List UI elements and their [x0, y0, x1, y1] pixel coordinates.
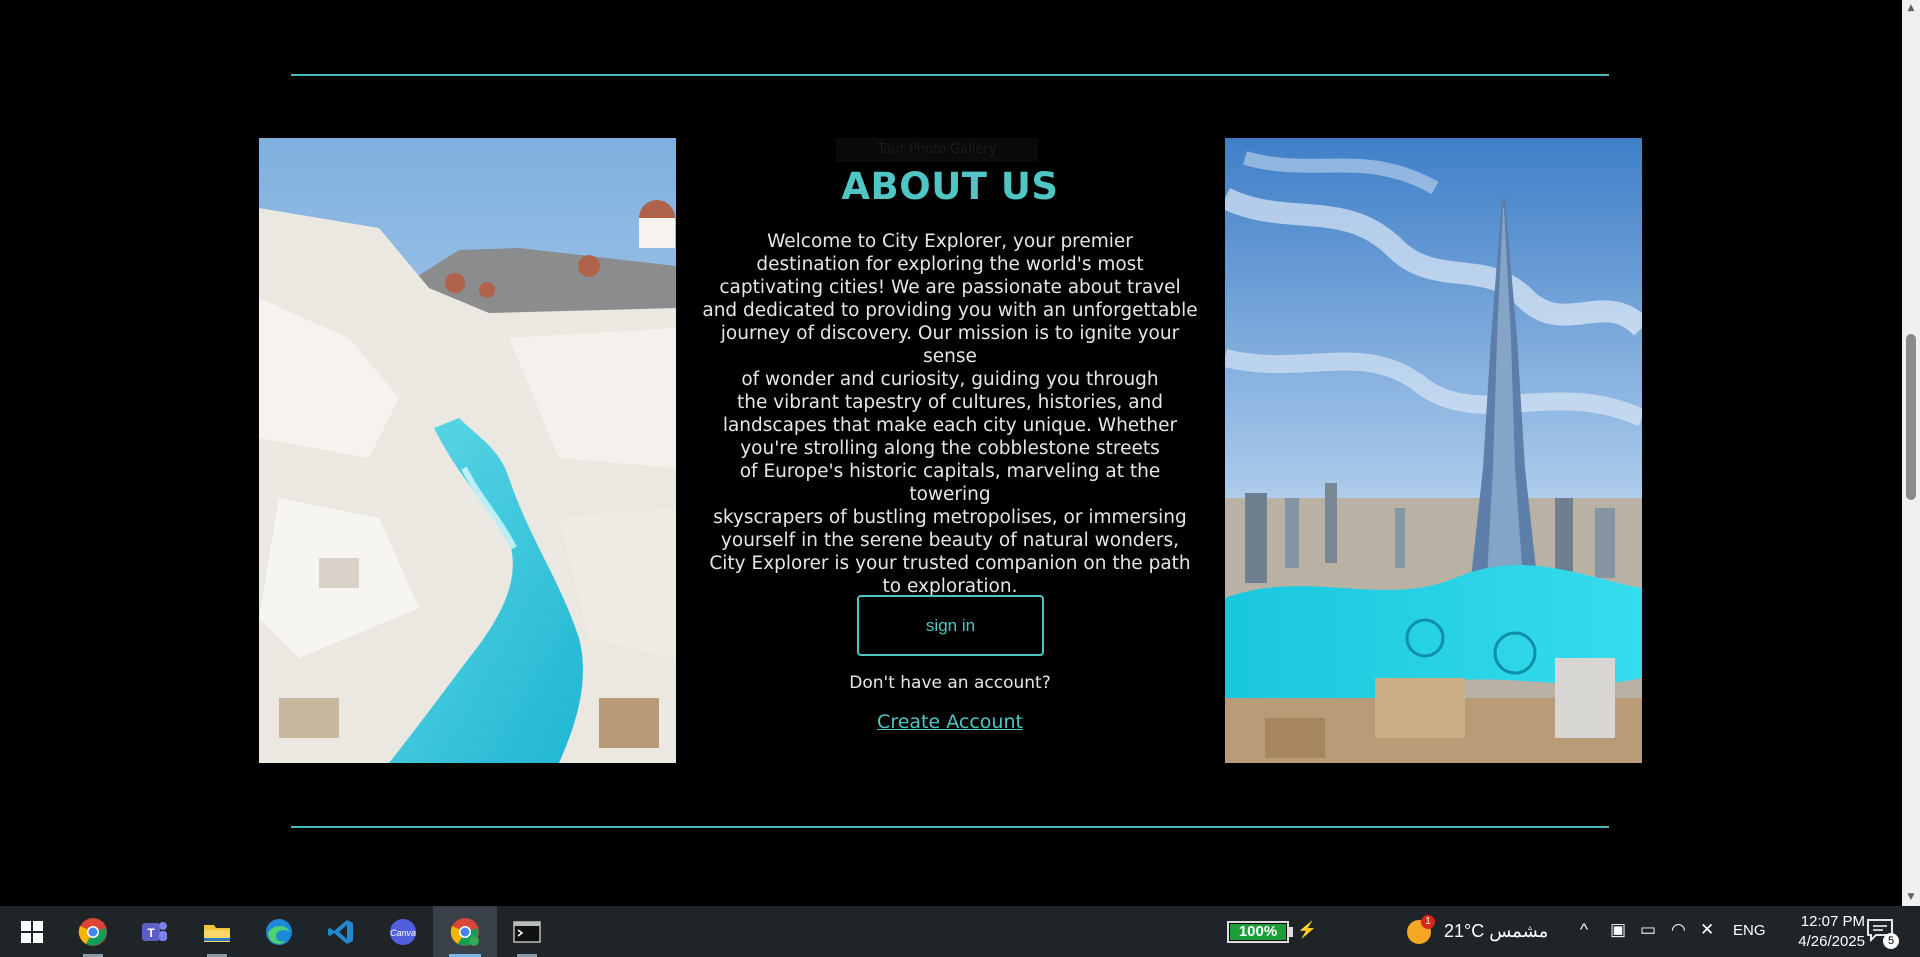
- santorini-photo: [259, 138, 676, 763]
- about-line: the vibrant tapestry of cultures, histor…: [736, 392, 1164, 413]
- weather-text[interactable]: 21°C مشمس: [1444, 921, 1548, 942]
- scroll-up-arrow-icon[interactable]: ▲: [1902, 0, 1920, 17]
- file-explorer-icon[interactable]: [197, 912, 237, 957]
- terminal-icon[interactable]: [507, 912, 547, 957]
- about-title: ABOUT US: [841, 165, 1059, 208]
- scroll-down-arrow-icon[interactable]: ▼: [1902, 889, 1920, 906]
- teams-icon[interactable]: T: [134, 912, 174, 952]
- top-divider: [291, 74, 1609, 76]
- language-indicator[interactable]: ENG: [1733, 922, 1766, 939]
- chevron-up-icon[interactable]: ^: [1580, 920, 1588, 940]
- about-line: skyscrapers of bustling metropolises, or…: [713, 507, 1187, 528]
- sign-in-button[interactable]: sign in: [857, 595, 1044, 656]
- chrome-icon[interactable]: [73, 912, 113, 957]
- svg-text:Canva: Canva: [390, 928, 416, 938]
- no-account-text: Don't have an account?: [849, 673, 1051, 693]
- about-line: of wonder and curiosity, guiding you thr…: [741, 369, 1159, 390]
- bottom-divider: [291, 826, 1609, 828]
- notification-count-badge: 5: [1883, 933, 1899, 949]
- weather-alert-badge: 1: [1421, 915, 1435, 929]
- svg-text:T: T: [147, 926, 155, 940]
- battery-level: 100%: [1230, 924, 1286, 940]
- volume-muted-icon[interactable]: ✕: [1700, 920, 1714, 940]
- vscode-icon[interactable]: [321, 912, 361, 952]
- start-icon[interactable]: [12, 912, 52, 952]
- browser-viewport: Tour Photo Gallery ABOUT US Welcome to C…: [0, 0, 1902, 906]
- canva-icon[interactable]: Canva: [383, 912, 423, 952]
- clock-time: 12:07 PM: [1800, 913, 1865, 930]
- charging-plug-icon: ⚡: [1297, 922, 1317, 939]
- faint-overlay-label: Tour Photo Gallery: [836, 138, 1038, 162]
- scroll-thumb[interactable]: [1906, 334, 1916, 500]
- about-line: of Europe's historic capitals, marveling…: [739, 461, 1161, 505]
- battery-indicator[interactable]: 100%: [1227, 921, 1289, 943]
- about-line: Welcome to City Explorer, your premier: [767, 231, 1133, 252]
- chrome-profile-icon[interactable]: [445, 912, 485, 957]
- battery-tray-icon[interactable]: ▭: [1640, 920, 1656, 940]
- create-account-link[interactable]: Create Account: [690, 711, 1210, 733]
- about-line: captivating cities! We are passionate ab…: [719, 277, 1181, 298]
- edge-icon[interactable]: [259, 912, 299, 952]
- about-line: destination for exploring the world's mo…: [756, 254, 1144, 275]
- about-paragraph: Welcome to City Explorer, your premier d…: [698, 230, 1202, 598]
- clock[interactable]: 12:07 PM 4/26/2025: [1765, 912, 1865, 952]
- meet-now-icon[interactable]: ▣: [1610, 920, 1626, 940]
- about-line: yourself in the serene beauty of natural…: [720, 530, 1180, 551]
- about-line: you're strolling along the cobblestone s…: [740, 438, 1160, 459]
- about-line: landscapes that make each city unique. W…: [722, 415, 1178, 436]
- wifi-icon[interactable]: ◠: [1671, 920, 1686, 940]
- vertical-scrollbar[interactable]: ▲ ▼: [1902, 0, 1920, 906]
- about-line: and dedicated to providing you with an u…: [702, 300, 1198, 321]
- burj-khalifa-photo: [1225, 138, 1642, 763]
- about-line: City Explorer is your trusted companion …: [709, 553, 1191, 574]
- windows-taskbar: T Canva 100% ⚡ 1 21°C مشمس ^ ▣ ▭ ◠ ✕ ENG…: [0, 906, 1920, 957]
- clock-date: 4/26/2025: [1798, 933, 1865, 950]
- about-line: journey of discovery. Our mission is to …: [720, 323, 1180, 367]
- battery-tip: [1289, 927, 1293, 937]
